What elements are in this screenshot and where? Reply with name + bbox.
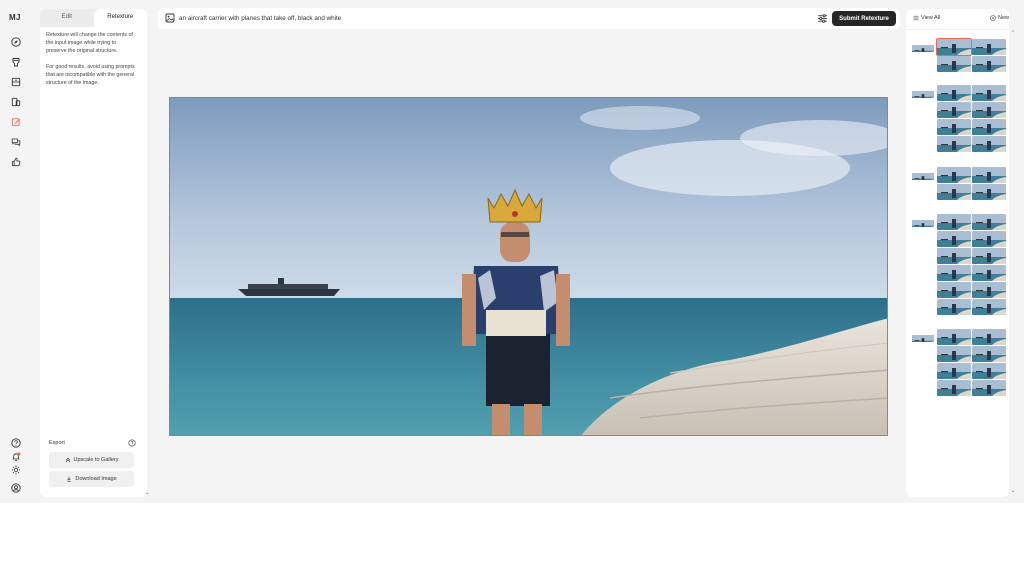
- retexture-description: Retexture will change the contents of th…: [46, 32, 133, 54]
- result-thumbnail[interactable]: [972, 119, 1006, 135]
- result-thumbnail[interactable]: [937, 136, 971, 152]
- result-thumbnail[interactable]: [937, 363, 971, 379]
- result-thumbnail[interactable]: [972, 282, 1006, 298]
- tab-edit[interactable]: Edit: [40, 9, 94, 27]
- result-thumbnail[interactable]: [937, 167, 971, 183]
- result-thumbnail[interactable]: [937, 248, 971, 264]
- divider: [906, 29, 1009, 30]
- view-all-label: View All: [921, 15, 941, 21]
- tab-retexture[interactable]: Retexture: [93, 9, 147, 27]
- chat-icon[interactable]: [10, 136, 22, 148]
- retexture-tip: For good results, avoid using prompts th…: [46, 64, 135, 86]
- source-thumbnail[interactable]: [912, 170, 934, 180]
- result-thumbnail[interactable]: [937, 265, 971, 281]
- new-label: New: [998, 15, 1010, 21]
- result-thumbnail[interactable]: [972, 248, 1006, 264]
- export-help-icon[interactable]: [128, 439, 136, 447]
- result-thumbnail[interactable]: [972, 56, 1006, 72]
- result-thumbnail[interactable]: [937, 119, 971, 135]
- export-label: Export: [49, 440, 65, 446]
- upscale-icon: [65, 457, 70, 463]
- app-window: MJ Edit Retexture Retexture will change …: [0, 0, 1024, 503]
- nav-rail: MJ: [0, 0, 33, 503]
- source-thumbnail[interactable]: [912, 88, 934, 98]
- result-thumbnail[interactable]: [972, 363, 1006, 379]
- result-thumbnail[interactable]: [936, 38, 972, 56]
- result-thumbnail[interactable]: [972, 214, 1006, 230]
- result-thumbnail[interactable]: [937, 282, 971, 298]
- result-thumbnail[interactable]: [972, 167, 1006, 183]
- download-image-button[interactable]: Download Image: [49, 471, 134, 487]
- prompt-bar: an aircraft carrier with planes that tak…: [158, 8, 900, 29]
- create-icon[interactable]: [10, 56, 22, 68]
- download-label: Download Image: [75, 476, 117, 482]
- settings-sliders-icon[interactable]: [817, 13, 828, 24]
- main-image: [169, 97, 888, 436]
- list-icon: [913, 15, 919, 21]
- prompt-input[interactable]: an aircraft carrier with planes that tak…: [179, 8, 341, 29]
- result-thumbnail[interactable]: [937, 56, 971, 72]
- result-thumbnail[interactable]: [972, 265, 1006, 281]
- tab-bar: Edit Retexture: [40, 9, 147, 27]
- result-thumbnail[interactable]: [937, 299, 971, 315]
- result-thumbnail[interactable]: [972, 39, 1006, 55]
- left-panel: Edit Retexture Retexture will change the…: [40, 9, 147, 497]
- image-upload-icon[interactable]: [165, 13, 175, 23]
- source-thumbnail[interactable]: [912, 42, 934, 52]
- result-thumbnail[interactable]: [972, 329, 1006, 345]
- result-thumbnail[interactable]: [972, 231, 1006, 247]
- plus-circle-icon: [990, 15, 996, 21]
- result-thumbnail[interactable]: [937, 231, 971, 247]
- result-thumbnail[interactable]: [972, 299, 1006, 315]
- result-thumbnail[interactable]: [972, 85, 1006, 101]
- view-all-button[interactable]: View All: [913, 15, 940, 21]
- result-thumbnail[interactable]: [937, 329, 971, 345]
- archive-icon[interactable]: [10, 76, 22, 88]
- submit-retexture-button[interactable]: Submit Retexture: [832, 11, 896, 26]
- chevron-up-icon[interactable]: ⌃: [1011, 30, 1015, 36]
- result-thumbnail[interactable]: [937, 102, 971, 118]
- source-thumbnail[interactable]: [912, 332, 934, 342]
- result-thumbnail[interactable]: [937, 184, 971, 200]
- theme-icon[interactable]: [10, 464, 22, 476]
- result-thumbnail[interactable]: [937, 85, 971, 101]
- tasks-icon[interactable]: [10, 156, 22, 168]
- upscale-label: Upscale to Gallery: [73, 457, 119, 463]
- chevron-down-icon[interactable]: ⌄: [145, 490, 149, 496]
- history-panel: View All New: [906, 9, 1009, 497]
- result-thumbnail[interactable]: [972, 102, 1006, 118]
- right-scrollbar[interactable]: ⌃ ⌄: [1011, 30, 1017, 500]
- photo-canvas: [170, 98, 887, 435]
- result-thumbnail[interactable]: [972, 346, 1006, 362]
- profile-icon[interactable]: [10, 482, 22, 494]
- result-thumbnail[interactable]: [972, 380, 1006, 396]
- chevron-down-icon[interactable]: ⌄: [1011, 488, 1015, 494]
- result-thumbnail[interactable]: [937, 346, 971, 362]
- edit-icon[interactable]: [10, 116, 22, 128]
- notifications-icon[interactable]: [10, 451, 22, 463]
- result-thumbnail[interactable]: [972, 136, 1006, 152]
- explore-icon[interactable]: [10, 36, 22, 48]
- download-icon: [67, 476, 72, 482]
- result-thumbnail[interactable]: [972, 184, 1006, 200]
- source-thumbnail[interactable]: [912, 217, 934, 227]
- help-icon[interactable]: [10, 437, 22, 449]
- result-thumbnail[interactable]: [937, 214, 971, 230]
- personalize-icon[interactable]: [10, 96, 22, 108]
- new-button[interactable]: New: [990, 15, 1009, 21]
- app-logo[interactable]: MJ: [9, 13, 21, 22]
- upscale-to-gallery-button[interactable]: Upscale to Gallery: [49, 452, 134, 468]
- result-thumbnail[interactable]: [937, 380, 971, 396]
